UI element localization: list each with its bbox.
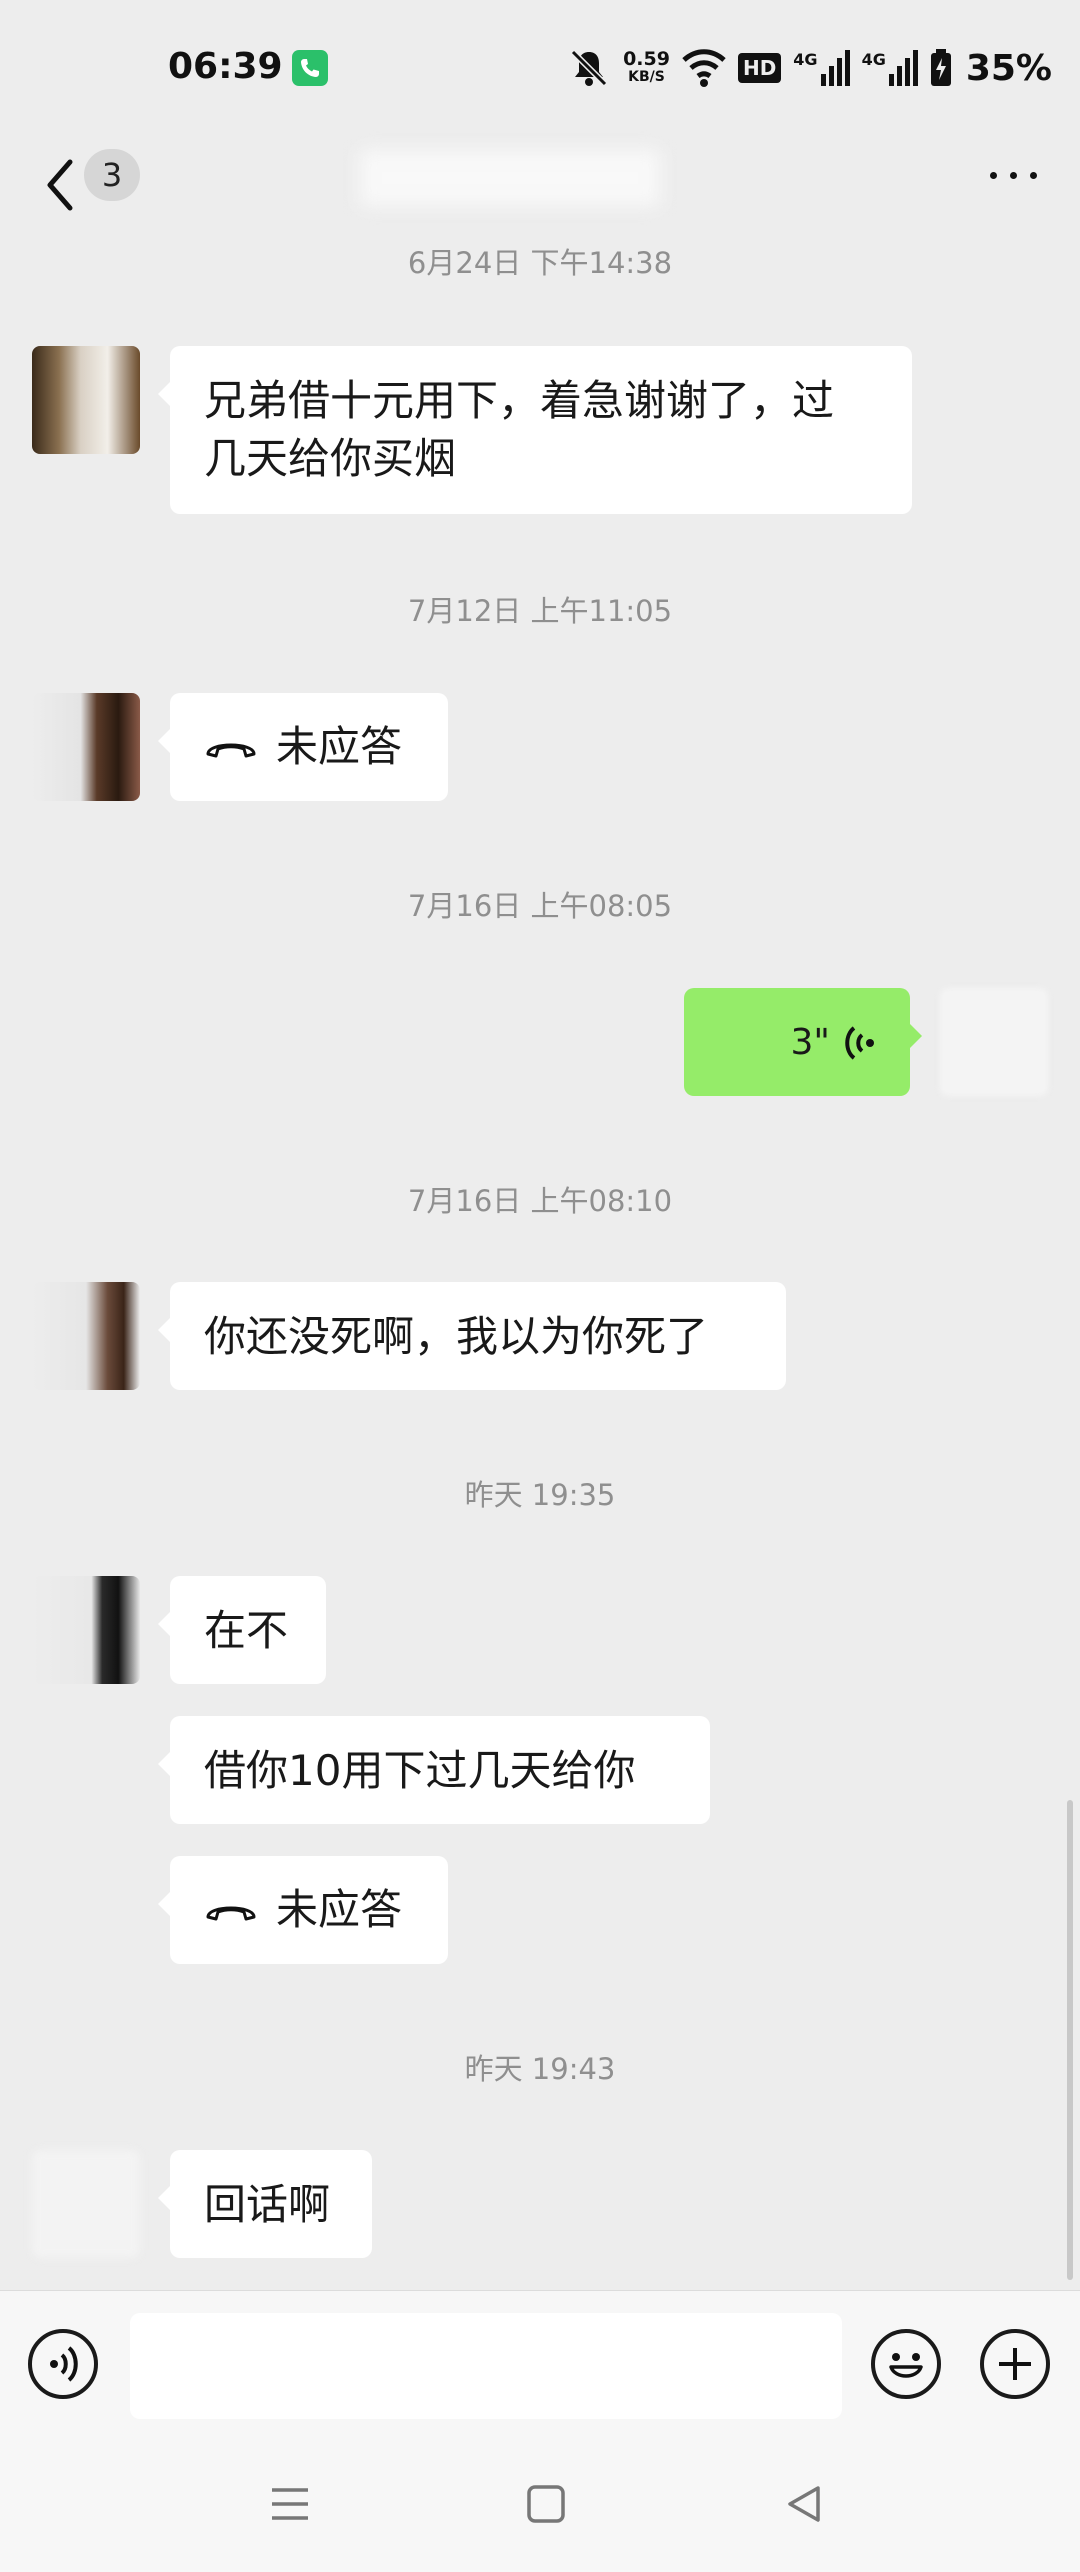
avatar[interactable] <box>32 693 140 801</box>
phone-hangup-icon <box>206 1906 256 1921</box>
status-time: 06:39 <box>168 46 283 87</box>
scrollbar[interactable] <box>1067 1800 1073 2280</box>
missed-call-label: 未应答 <box>276 722 403 771</box>
status-bar: 06:39 0.59 KB/S HD 4G 4G 35% <box>0 0 1080 140</box>
system-navigation-bar <box>0 2440 1080 2572</box>
signal-icon-2: 4G <box>862 50 918 86</box>
my-avatar[interactable] <box>940 988 1048 1096</box>
message-text: 借你10用下过几天给你 <box>204 1746 636 1795</box>
home-square-icon[interactable] <box>522 2480 570 2528</box>
network-speed-value: 0.59 <box>623 48 670 70</box>
signal-label-1: 4G <box>793 50 818 69</box>
message-input[interactable] <box>130 2313 842 2419</box>
missed-call-label: 未应答 <box>276 1885 403 1934</box>
battery-charging-icon <box>930 49 951 86</box>
message-timestamp: 7月16日 上午08:10 <box>407 1184 673 1218</box>
ongoing-call-icon <box>292 50 328 86</box>
avatar[interactable] <box>32 2150 140 2258</box>
message-bubble[interactable]: 借你10用下过几天给你 <box>158 1716 710 1824</box>
back-triangle-icon[interactable] <box>780 2480 828 2528</box>
voice-icon[interactable] <box>28 2329 98 2399</box>
hd-icon: HD <box>737 53 782 83</box>
unread-count-badge[interactable]: 3 <box>84 149 140 201</box>
menu-icon[interactable] <box>266 2480 314 2528</box>
avatar[interactable] <box>32 1576 140 1684</box>
message-bubble[interactable]: 在不 <box>158 1576 326 1684</box>
message-bubble[interactable]: 兄弟借十元用下，着急谢谢了，过 几天给你买烟 <box>158 346 912 514</box>
message-text: 在不 <box>204 1606 289 1655</box>
avatar[interactable] <box>32 346 140 454</box>
status-icons: 0.59 KB/S HD 4G 4G 35% <box>567 44 1052 92</box>
voice-wave-icon <box>845 1026 874 1060</box>
missed-call-bubble[interactable]: 未应答 <box>158 1856 448 1964</box>
message-text-line: 兄弟借十元用下，着急谢谢了，过 <box>204 376 835 425</box>
voice-duration: 3" <box>790 1022 830 1063</box>
signal-icon-1: 4G <box>793 50 850 86</box>
avatar[interactable] <box>32 1282 140 1390</box>
message-timestamp: 7月12日 上午11:05 <box>407 594 673 628</box>
message-bubble[interactable]: 回话啊 <box>158 2150 372 2258</box>
plus-icon[interactable] <box>980 2329 1050 2399</box>
message-timestamp: 昨天 19:35 <box>464 1478 616 1512</box>
hd-label: HD <box>742 56 777 80</box>
input-bar <box>0 2290 1080 2441</box>
network-speed-unit: KB/S <box>628 69 665 85</box>
emoji-icon[interactable] <box>871 2329 941 2399</box>
message-timestamp: 7月16日 上午08:05 <box>407 889 673 923</box>
chat-title-redacted <box>360 150 660 206</box>
message-timestamp: 6月24日 下午14:38 <box>407 246 673 280</box>
message-timestamp: 昨天 19:43 <box>464 2052 616 2086</box>
phone-hangup-icon <box>206 743 256 758</box>
message-text: 回话啊 <box>204 2180 331 2229</box>
message-text-line: 几天给你买烟 <box>204 434 457 483</box>
wifi-icon <box>682 49 726 87</box>
more-dots-icon[interactable] <box>984 150 1044 200</box>
signal-label-2: 4G <box>861 50 886 69</box>
network-speed: 0.59 KB/S <box>623 50 670 86</box>
mute-bell-icon <box>570 49 608 87</box>
message-bubble[interactable]: 你还没死啊，我以为你死了 <box>158 1282 786 1390</box>
chevron-left-icon[interactable] <box>36 150 86 220</box>
voice-message-bubble[interactable]: 3" <box>684 988 922 1096</box>
battery-percent: 35% <box>965 47 1052 89</box>
message-list[interactable]: 6月24日 下午14:38 兄弟借十元用下，着急谢谢了，过 几天给你买烟 7月1… <box>0 240 1080 2290</box>
message-text: 你还没死啊，我以为你死了 <box>204 1312 709 1361</box>
missed-call-bubble[interactable]: 未应答 <box>158 693 448 801</box>
